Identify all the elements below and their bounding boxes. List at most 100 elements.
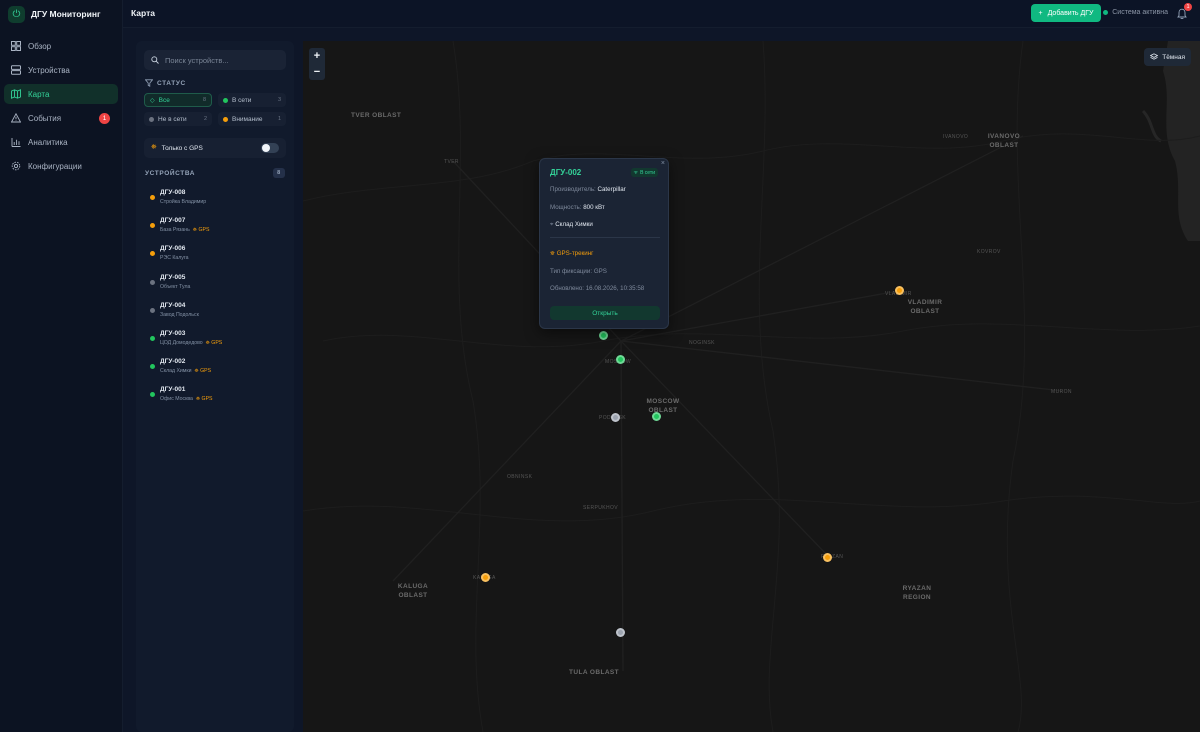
device-subtitle: Склад Химки ⛯ GPS	[160, 368, 211, 375]
bar-chart-icon	[11, 138, 21, 147]
page-title: Карта	[131, 8, 155, 18]
map-marker-dgu-003[interactable]	[652, 412, 661, 421]
map-terrain	[303, 41, 1200, 732]
online-dot-icon	[223, 97, 228, 103]
manufacturer-label: Производитель:	[550, 186, 596, 193]
map-city-label: IVANOVO	[943, 134, 969, 140]
map-label: IVANOVO OBLAST	[987, 133, 1021, 149]
zoom-controls: + −	[309, 48, 325, 80]
device-list-item[interactable]: ДГУ-008 Стройка Владимир	[144, 185, 286, 213]
map-view[interactable]: + − Тёмная TVER OBLAST IVANOVO OBLAST VL…	[303, 41, 1200, 732]
popup-close-button[interactable]: ×	[661, 160, 665, 167]
map-marker-dgu-001[interactable]	[616, 355, 625, 364]
devices-panel: СТАТУС ◇ Все 8 В сети 3 Не в сети 2 Вним…	[136, 41, 294, 732]
zoom-out-button[interactable]: −	[309, 64, 325, 80]
status-dot-icon	[1103, 10, 1109, 15]
device-list-item[interactable]: ДГУ-001 Офис Москва ⛯ GPS	[144, 382, 286, 410]
satellite-icon: ⛯	[550, 250, 555, 257]
map-theme-button[interactable]: Тёмная	[1144, 48, 1191, 66]
filter-all[interactable]: ◇ Все 8	[144, 93, 212, 107]
add-dgu-button[interactable]: + Добавить ДГУ	[1031, 4, 1101, 22]
map-city-label: NOGINSK	[689, 340, 715, 346]
device-list-item[interactable]: ДГУ-003 ЦОД Домодедово ⛯ GPS	[144, 326, 286, 354]
gps-tag: ⛯ GPS	[206, 340, 223, 347]
device-subtitle: РЭС Калуга	[160, 255, 189, 261]
devices-section-header: УСТРОЙСТВА 8	[145, 168, 285, 178]
sidebar-item-overview[interactable]: Обзор	[4, 36, 118, 56]
filter-warning[interactable]: Внимание 1	[218, 112, 286, 126]
devices-count-badge: 8	[273, 168, 285, 178]
status-filters: ◇ Все 8 В сети 3 Не в сети 2 Внимание 1	[144, 93, 286, 126]
popup-open-button[interactable]: Открыть	[550, 306, 660, 320]
sidebar-item-events[interactable]: События 1	[4, 108, 118, 128]
system-status-text: Система активна	[1112, 9, 1168, 16]
device-name: ДГУ-001	[160, 386, 186, 394]
gps-only-label: Только с GPS	[161, 144, 203, 152]
search-input[interactable]	[165, 55, 285, 65]
map-marker-dgu-007[interactable]	[823, 553, 832, 562]
map-marker-dgu-006[interactable]	[481, 573, 490, 582]
sidebar-item-map[interactable]: Карта	[4, 84, 118, 104]
gps-tag: ⛯ GPS	[195, 368, 212, 375]
device-subtitle: Завод Подольск	[160, 312, 199, 318]
map-city-label: SERPUKHOV	[583, 505, 618, 511]
filter-count: 8	[202, 97, 206, 103]
popup-gps-tracking: ⛯ GPS-трекинг	[550, 250, 593, 258]
add-dgu-label: Добавить ДГУ	[1047, 9, 1094, 17]
app-name: ДГУ Мониторинг	[31, 9, 101, 19]
device-list-item[interactable]: ДГУ-006 РЭС Калуга	[144, 241, 286, 269]
gps-tag-label: GPS	[200, 368, 212, 375]
sidebar-item-analytics[interactable]: Аналитика	[4, 132, 118, 152]
alert-triangle-icon	[11, 113, 21, 123]
status-dot-icon	[150, 195, 155, 200]
status-dot-icon	[150, 279, 155, 285]
gps-tag: ⛯ GPS	[193, 227, 210, 234]
device-subtitle: Офис Москва ⛯ GPS	[160, 396, 213, 403]
device-list-item[interactable]: ДГУ-002 Склад Химки ⛯ GPS	[144, 354, 286, 382]
events-badge: 1	[99, 113, 110, 124]
status-dot-icon	[150, 364, 155, 370]
updated-label: Обновлено:	[550, 285, 584, 292]
gps-tag-label: GPS	[211, 339, 223, 346]
power-value: 800 кВт	[583, 204, 605, 211]
manufacturer-value: Caterpillar	[597, 186, 626, 193]
popup-location: ⌖ Склад Химки	[550, 221, 593, 229]
gps-only-toggle[interactable]	[261, 143, 279, 153]
device-popup: ДГУ-002 ᯤ В сети × Производитель: Caterp…	[539, 158, 669, 329]
device-subtitle: База Рязань ⛯ GPS	[160, 227, 209, 234]
brand[interactable]: ⏻ ДГУ Мониторинг	[8, 5, 101, 23]
gps-tag-label: GPS	[198, 227, 210, 234]
device-list-item[interactable]: ДГУ-004 Завод Подольск	[144, 298, 286, 326]
device-subtitle: Стройка Владимир	[160, 199, 206, 205]
map-marker-dgu-008[interactable]	[895, 286, 904, 295]
search-box[interactable]	[144, 50, 286, 70]
filter-label: Внимание	[232, 115, 263, 123]
sidebar-nav: Обзор Устройства Карта События 1 Аналити…	[4, 36, 118, 180]
gps-tag-label: GPS	[201, 396, 213, 403]
sidebar-item-configurations[interactable]: Конфигурации	[4, 156, 118, 176]
map-marker-dgu-002[interactable]	[599, 331, 608, 340]
system-status: Система активна	[1103, 9, 1168, 16]
device-location: Офис Москва	[160, 396, 193, 403]
device-name: ДГУ-008	[160, 189, 186, 196]
device-name: ДГУ-006	[160, 245, 186, 253]
device-name: ДГУ-003	[160, 329, 186, 337]
filter-offline[interactable]: Не в сети 2	[144, 112, 212, 126]
device-location: ЦОД Домодедово	[160, 339, 203, 346]
sidebar-item-devices[interactable]: Устройства	[4, 60, 118, 80]
map-marker-dgu-004[interactable]	[611, 413, 620, 422]
popup-manufacturer: Производитель: Caterpillar	[550, 186, 626, 193]
popup-fix-type: Тип фиксации: GPS	[550, 268, 607, 275]
filter-count: 3	[277, 97, 281, 103]
map-label: TVER OBLAST	[351, 112, 402, 119]
device-location: Объект Тула	[160, 283, 191, 290]
status-dot-icon	[150, 392, 155, 398]
device-list-item[interactable]: ДГУ-007 База Рязань ⛯ GPS	[144, 213, 286, 241]
filter-online[interactable]: В сети 3	[218, 93, 286, 107]
fix-type-value: GPS	[593, 268, 607, 275]
device-list-item[interactable]: ДГУ-005 Объект Тула	[144, 270, 286, 298]
zoom-in-button[interactable]: +	[309, 48, 325, 64]
device-location: База Рязань	[160, 227, 190, 234]
map-marker-dgu-005[interactable]	[616, 628, 625, 637]
sidebar-item-label: Обзор	[28, 41, 52, 51]
